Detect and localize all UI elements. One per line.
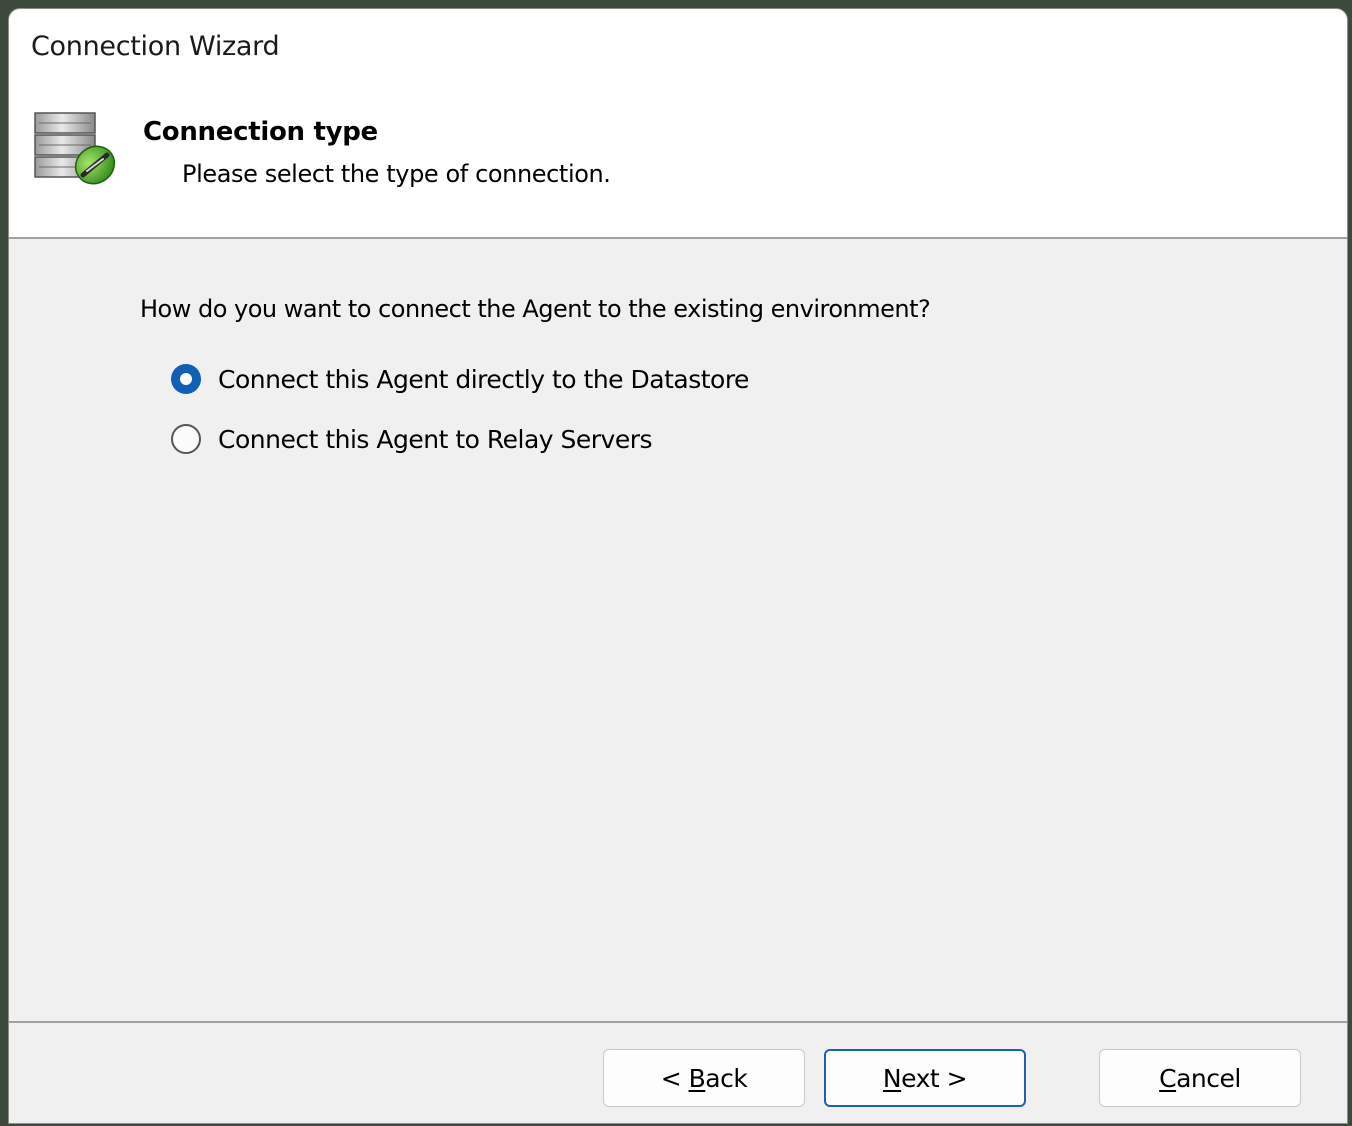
option-label: Connect this Agent to Relay Servers [218, 424, 653, 454]
wizard-footer: < Back Next > Cancel [9, 1021, 1347, 1123]
option-direct-datastore[interactable]: Connect this Agent directly to the Datas… [171, 364, 749, 394]
cancel-button[interactable]: Cancel [1099, 1049, 1301, 1107]
connection-question: How do you want to connect the Agent to … [140, 295, 931, 323]
window-title: Connection Wizard [31, 31, 280, 62]
back-button-prefix: < [660, 1063, 689, 1093]
next-button-mnemonic: N [882, 1063, 902, 1093]
cancel-button-mnemonic: C [1159, 1063, 1177, 1093]
next-button-rest: ext > [901, 1063, 968, 1093]
next-button[interactable]: Next > [824, 1049, 1026, 1107]
connection-wizard-dialog: Connection Wizard Connection type Please… [8, 8, 1348, 1124]
radio-button-unselected[interactable] [171, 424, 201, 454]
database-connection-icon [31, 109, 117, 195]
back-button[interactable]: < Back [603, 1049, 805, 1107]
header-subtitle: Please select the type of connection. [182, 160, 611, 188]
option-relay-servers[interactable]: Connect this Agent to Relay Servers [171, 424, 653, 454]
wizard-header: Connection type Please select the type o… [9, 83, 1347, 239]
title-bar[interactable]: Connection Wizard [9, 9, 1347, 83]
back-button-rest: ack [705, 1063, 748, 1093]
cancel-button-rest: ancel [1176, 1063, 1241, 1093]
option-label: Connect this Agent directly to the Datas… [218, 364, 749, 394]
wizard-content: How do you want to connect the Agent to … [9, 239, 1347, 1021]
back-button-mnemonic: B [688, 1063, 706, 1093]
header-title: Connection type [143, 117, 378, 147]
radio-button-selected[interactable] [171, 364, 201, 394]
